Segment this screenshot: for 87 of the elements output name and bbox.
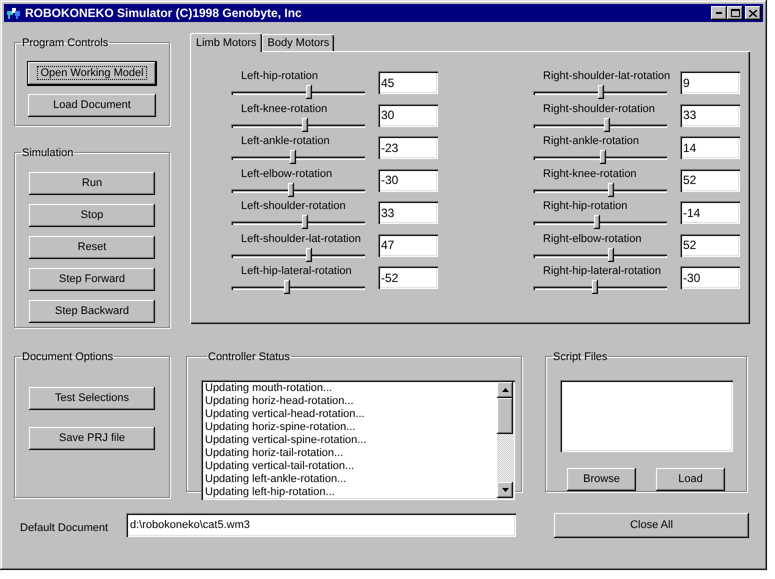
motor-label: Left-hip-rotation — [241, 70, 320, 83]
scroll-down-button[interactable] — [497, 482, 513, 498]
value-field[interactable]: 33 — [378, 201, 438, 224]
window-title: ROBOKONEKO Simulator (C)1998 Genobyte, Inc — [25, 5, 302, 22]
group-title: Controller Status — [208, 351, 290, 363]
up-arrow-icon — [502, 388, 508, 392]
maximize-icon — [730, 9, 740, 17]
minimize-icon — [716, 12, 722, 14]
group-title: Script Files — [553, 351, 608, 363]
tab[interactable]: Limb Motors — [190, 33, 262, 52]
push-button[interactable]: Reset — [29, 236, 155, 259]
field-label: Default Document — [20, 520, 110, 536]
tab[interactable]: Body Motors — [262, 34, 334, 51]
push-button[interactable]: Browse — [567, 468, 636, 491]
push-button[interactable]: Close All — [554, 512, 749, 538]
slider-thumb[interactable] — [594, 215, 600, 229]
push-button[interactable]: Run — [29, 172, 155, 195]
value-field[interactable]: 33 — [680, 104, 740, 126]
close-button[interactable] — [745, 6, 761, 20]
status-line: Updating horiz-head-rotation... — [205, 395, 355, 408]
group-title: Program Controls — [22, 37, 108, 49]
script-list[interactable] — [560, 380, 733, 452]
slider-thumb[interactable] — [608, 248, 614, 262]
motor-label: Right-shoulder-lat-rotation — [543, 70, 667, 83]
value-field[interactable]: -30 — [680, 266, 740, 289]
slider-thumb[interactable] — [600, 150, 606, 164]
status-line: Updating left-hip-rotation... — [205, 486, 336, 499]
status-line: Updating left-ankle-rotation... — [205, 473, 348, 486]
value-field[interactable]: 14 — [680, 136, 740, 159]
slider-thumb[interactable] — [604, 118, 610, 132]
slider-thumb[interactable] — [288, 182, 294, 196]
motor-label: Right-hip-rotation — [543, 200, 628, 213]
push-button[interactable]: Step Forward — [29, 268, 155, 291]
status-list[interactable] — [201, 380, 515, 500]
value-field[interactable]: -30 — [378, 168, 438, 192]
push-button[interactable]: Step Backward — [29, 300, 155, 323]
slider-thumb[interactable] — [306, 85, 312, 99]
push-button[interactable]: Load — [656, 468, 725, 491]
slider-thumb[interactable] — [608, 182, 614, 196]
motor-label: Right-shoulder-rotation — [543, 102, 656, 116]
push-button[interactable]: Open Working Model — [28, 62, 156, 85]
value-field[interactable]: -14 — [680, 201, 740, 224]
status-line: Updating horiz-spine-rotation... — [205, 421, 356, 434]
slider-thumb[interactable] — [302, 215, 308, 229]
close-icon — [749, 10, 757, 16]
push-button[interactable]: Stop — [29, 204, 155, 227]
robot-cat-icon — [6, 6, 22, 20]
motor-label: Left-elbow-rotation — [241, 168, 334, 180]
maximize-button[interactable] — [727, 6, 743, 20]
motor-label: Right-elbow-rotation — [543, 232, 642, 246]
status-line: Updating vertical-head-rotation... — [205, 408, 366, 421]
slider-thumb[interactable] — [592, 280, 598, 294]
motor-label: Left-ankle-rotation — [241, 135, 331, 148]
status-line: Updating mouth-rotation... — [205, 382, 334, 395]
motor-label: Left-knee-rotation — [241, 102, 328, 116]
motor-label: Left-hip-lateral-rotation — [241, 265, 353, 278]
status-line: Updating vertical-spine-rotation... — [205, 434, 368, 447]
down-arrow-icon — [502, 488, 508, 492]
value-field[interactable]: 30 — [378, 104, 438, 126]
scroll-thumb[interactable] — [497, 398, 513, 434]
slider-thumb[interactable] — [284, 280, 290, 294]
group-title: Document Options — [22, 351, 114, 363]
motor-label: Left-shoulder-rotation — [241, 200, 347, 213]
slider-thumb[interactable] — [290, 150, 296, 164]
value-field[interactable]: 9 — [680, 71, 740, 94]
value-field[interactable]: 52 — [680, 234, 740, 256]
document-path-field[interactable]: d:\robokoneko\cat5.wm3 — [126, 512, 516, 537]
motor-label: Right-knee-rotation — [543, 168, 638, 180]
push-button[interactable]: Test Selections — [29, 387, 155, 410]
value-field[interactable]: 45 — [378, 71, 438, 94]
scroll-up-button[interactable] — [497, 382, 513, 398]
minimize-button[interactable] — [711, 6, 727, 20]
status-line: Updating vertical-tail-rotation... — [205, 460, 356, 473]
value-field[interactable]: 52 — [680, 168, 740, 192]
motor-label: Right-hip-lateral-rotation — [543, 265, 662, 278]
slider-thumb[interactable] — [598, 85, 604, 99]
slider-thumb[interactable] — [302, 118, 308, 132]
status-line: Updating horiz-tail-rotation... — [205, 447, 344, 460]
push-button[interactable]: Load Document — [28, 94, 156, 117]
slider-thumb[interactable] — [306, 248, 312, 262]
value-field[interactable]: 47 — [378, 234, 438, 256]
motor-label: Left-shoulder-lat-rotation — [241, 232, 362, 246]
group-title: Simulation — [22, 147, 74, 159]
value-field[interactable]: -52 — [378, 266, 438, 289]
motor-label: Right-ankle-rotation — [543, 135, 640, 148]
value-field[interactable]: -23 — [378, 136, 438, 159]
push-button[interactable]: Save PRJ file — [29, 427, 155, 450]
